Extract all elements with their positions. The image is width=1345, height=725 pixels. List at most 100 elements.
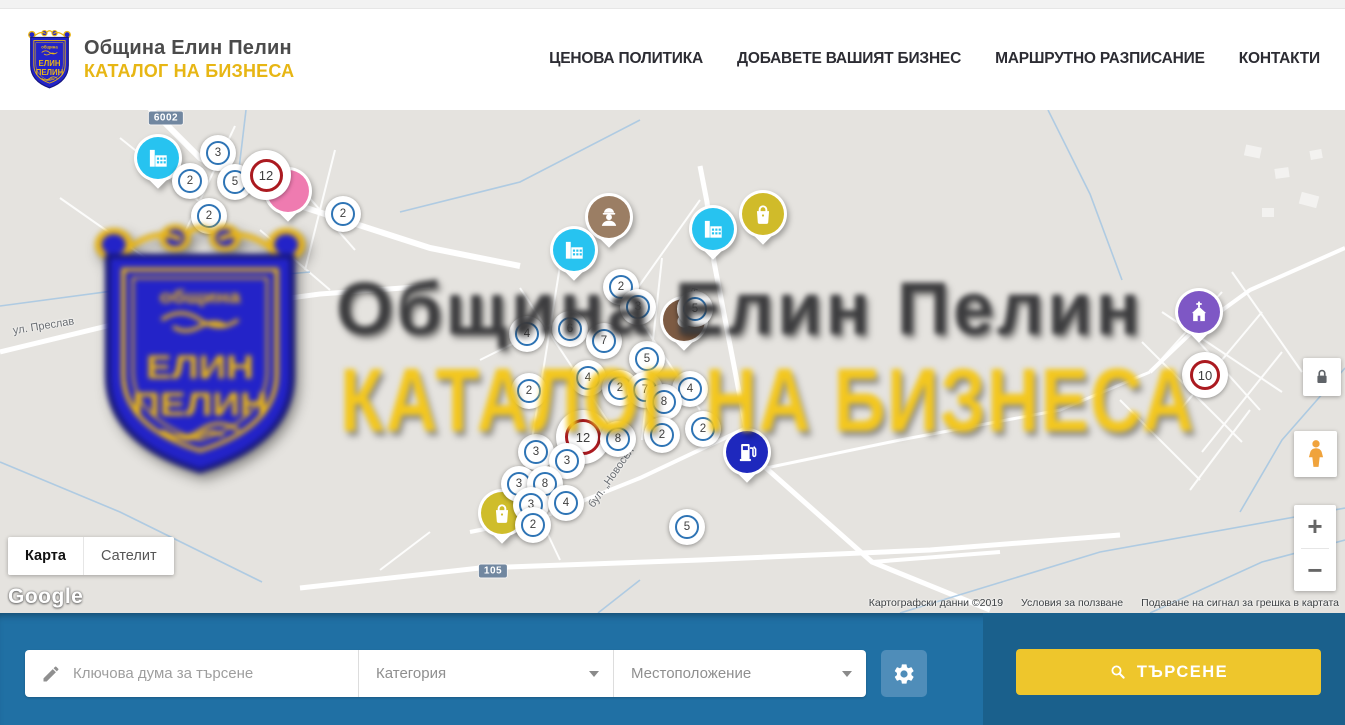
map-cluster-10[interactable]: 10 [1182,352,1228,398]
map-attribution: Картографски данни ©2019 Условия за полз… [869,597,1339,609]
header-top-strip [0,0,1345,9]
map-pin-factory-icon[interactable] [688,205,738,265]
fuel-icon [734,439,760,465]
site-logo[interactable]: Община Елин Пелин КАТАЛОГ НА БИЗНЕСА [26,28,294,91]
factory-icon [145,145,171,171]
main-nav: ЦЕНОВА ПОЛИТИКА ДОБАВЕТЕ ВАШИЯТ БИЗНЕС М… [549,50,1320,68]
cluster-count: 5 [683,297,707,321]
google-logo[interactable]: Google [8,585,83,609]
cluster-count: 8 [652,390,676,414]
map-cluster-8[interactable]: 8 [646,384,682,420]
map-cluster-4[interactable]: 4 [570,360,606,396]
search-submit-label: ТЪРСЕНЕ [1137,663,1228,682]
church-icon [1186,299,1212,325]
lock-icon [1311,366,1333,388]
pencil-icon [41,664,61,684]
cluster-count: 3 [206,141,230,165]
cluster-count: 3 [524,440,548,464]
pegman-icon [1303,439,1329,469]
map-type-map-button[interactable]: Карта [8,537,83,575]
map-cluster-2[interactable]: 2 [511,373,547,409]
cluster-count: 7 [592,329,616,353]
cluster-count: 12 [250,159,283,192]
factory-icon [561,237,587,263]
map-canvas[interactable]: 6002105ул. Преславбул. „Новоселция [0,110,1345,613]
nav-item-pricing[interactable]: ЦЕНОВА ПОЛИТИКА [549,50,703,68]
map-pin-factory-icon[interactable] [549,226,599,286]
site-subtitle: КАТАЛОГ НА БИЗНЕСА [84,61,294,82]
category-dropdown-label: Категория [376,665,446,682]
map-cluster-5[interactable]: 5 [677,291,713,327]
map-pin-fuel-icon[interactable] [722,428,772,488]
shopping-bag-icon [489,500,515,526]
road-label: 6002 [149,112,183,125]
cluster-count: 4 [515,322,539,346]
shopping-bag-icon [750,201,776,227]
cluster-count: 5 [675,515,699,539]
zoom-in-button[interactable]: + [1294,505,1336,548]
site-title: Община Елин Пелин [84,36,294,61]
search-field-group: Категория Местоположение [25,650,866,697]
map-cluster-3[interactable]: 3 [620,289,656,325]
chevron-down-icon [842,671,852,677]
cluster-count: 10 [1190,360,1220,390]
map-cluster-2[interactable]: 2 [172,163,208,199]
cluster-count: 2 [650,423,674,447]
map-cluster-4[interactable]: 4 [509,316,545,352]
map-cluster-5[interactable]: 5 [669,509,705,545]
chevron-down-icon [589,671,599,677]
location-dropdown[interactable]: Местоположение [613,650,866,697]
lock-button[interactable] [1303,358,1341,396]
cluster-count: 2 [517,379,541,403]
cluster-count: 6 [558,317,582,341]
nav-item-contacts[interactable]: КОНТАКТИ [1239,50,1320,68]
factory-icon [700,216,726,242]
zoom-out-button[interactable]: − [1294,549,1336,592]
keyword-field[interactable] [25,650,358,697]
map-cluster-2[interactable]: 2 [685,411,721,447]
advanced-settings-button[interactable] [881,650,927,697]
cluster-count: 4 [576,366,600,390]
cluster-count: 3 [626,295,650,319]
road-label: 105 [479,565,507,578]
location-dropdown-label: Местоположение [631,665,751,682]
map-cluster-2[interactable]: 2 [515,507,551,543]
map-cluster-2[interactable]: 2 [644,417,680,453]
map-cluster-2[interactable]: 2 [325,196,361,232]
map-pin-church-icon[interactable] [1174,288,1224,348]
street-view-pegman-button[interactable] [1294,431,1337,477]
cluster-count: 2 [331,202,355,226]
map-cluster-12[interactable]: 12 [241,150,291,200]
worker-icon [596,204,622,230]
zoom-control: + − [1294,505,1336,591]
cluster-count: 5 [635,347,659,371]
map-cluster-6[interactable]: 6 [552,311,588,347]
attribution-terms-link[interactable]: Условия за ползване [1021,597,1123,609]
attribution-data: Картографски данни ©2019 [869,597,1003,609]
cluster-count: 2 [178,169,202,193]
gear-icon [892,662,916,686]
cluster-count: 4 [554,491,578,515]
search-icon [1109,663,1127,681]
cluster-count: 2 [691,417,715,441]
search-submit-button[interactable]: ТЪРСЕНЕ [1016,649,1321,695]
cluster-count: 2 [521,513,545,537]
municipality-crest-icon [26,28,73,91]
cluster-count: 2 [197,204,221,228]
header: Община Елин Пелин КАТАЛОГ НА БИЗНЕСА ЦЕН… [0,0,1345,110]
cluster-count: 3 [555,449,579,473]
attribution-report-link[interactable]: Подаване на сигнал за грешка в картата [1141,597,1339,609]
map-cluster-7[interactable]: 7 [586,323,622,359]
map-type-control: Карта Сателит [8,537,174,575]
nav-item-add-business[interactable]: ДОБАВЕТЕ ВАШИЯТ БИЗНЕС [737,50,961,68]
map-cluster-4[interactable]: 4 [548,485,584,521]
nav-item-route-schedule[interactable]: МАРШРУТНО РАЗПИСАНИЕ [995,50,1205,68]
cluster-count: 8 [606,427,630,451]
map-cluster-2[interactable]: 2 [191,198,227,234]
search-bar: Категория Местоположение ТЪРСЕНЕ [0,613,1345,725]
category-dropdown[interactable]: Категория [358,650,613,697]
map-type-satellite-button[interactable]: Сателит [83,537,174,575]
keyword-search-input[interactable] [73,665,346,682]
map-cluster-8[interactable]: 8 [600,421,636,457]
map-pin-shopping-bag-icon[interactable] [738,190,788,250]
